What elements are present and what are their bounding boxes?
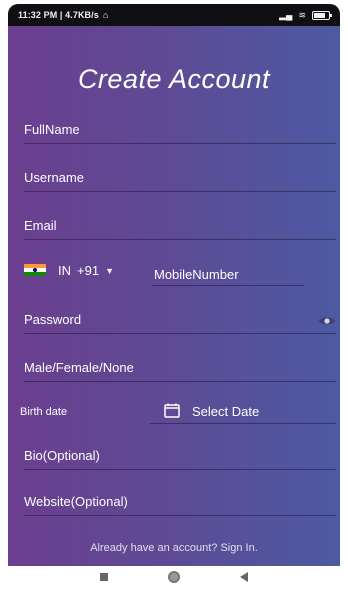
username-input[interactable]: Username [24,166,336,192]
sign-in-link[interactable]: Already have an account? Sign In. [8,542,340,554]
notification-icon: ⌂ [102,10,109,20]
battery-icon [312,10,332,20]
email-placeholder: Email [24,218,57,233]
birth-date-label: Birth date [20,406,68,418]
system-nav-bar [8,566,340,587]
create-account-form: Create Account FullName Username Email I… [8,26,340,566]
chevron-down-icon: ▼ [105,265,114,276]
eye-icon[interactable] [318,315,336,327]
signal-icon: ▂▄ [279,9,293,20]
mobile-placeholder: MobileNumber [154,267,239,282]
website-input[interactable]: Website(Optional) [24,490,336,516]
fullname-input[interactable]: FullName [24,118,336,144]
website-placeholder: Website(Optional) [24,494,128,509]
gender-input[interactable]: Male/Female/None [24,356,336,382]
select-date-label: Select Date [192,404,260,419]
recents-icon[interactable] [100,572,108,581]
phone-screen: 11:32 PM | 4.7KB/s ⌂ ▂▄ ≋ Create Account… [8,4,340,587]
country-iso: IN [58,263,71,278]
password-placeholder: Password [24,312,82,327]
calendar-icon [164,403,180,418]
home-icon[interactable] [168,570,180,583]
gender-placeholder: Male/Female/None [24,360,134,375]
dial-code: +91 [77,263,100,278]
username-placeholder: Username [24,170,84,185]
status-bar: 11:32 PM | 4.7KB/s ⌂ ▂▄ ≋ [8,4,340,26]
country-code-picker[interactable]: IN +91 ▼ [58,263,114,278]
bio-input[interactable]: Bio(Optional) [24,444,336,470]
birth-date-row: Birth date Select Date [20,398,336,424]
india-flag-icon[interactable] [24,264,46,276]
mobile-number-input[interactable]: MobileNumber [152,262,304,286]
email-input[interactable]: Email [24,214,336,240]
bio-placeholder: Bio(Optional) [24,448,100,463]
status-time: 11:32 PM | 4.7KB/s [18,10,99,20]
back-icon[interactable] [240,571,248,582]
fullname-placeholder: FullName [24,122,80,137]
page-title: Create Account [77,64,271,94]
password-input[interactable]: Password [24,308,336,334]
select-date-button[interactable]: Select Date [150,398,336,424]
wifi-icon: ≋ [298,9,306,20]
phone-number-row: IN +91 ▼ MobileNumber [24,258,324,288]
